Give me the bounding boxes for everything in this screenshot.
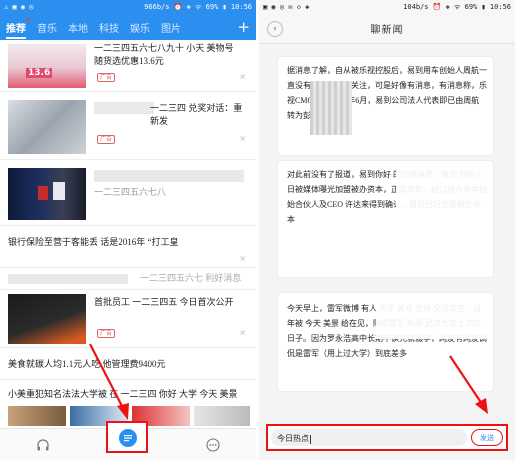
list-item[interactable]: 一二三四 兑奖对话：重新发 广告 × <box>0 94 256 160</box>
page-title: 聊新闻 <box>370 25 404 36</box>
status-right: 104b/s ⏰ ❖ ᯤ 69% ▮ 10:56 <box>403 2 511 11</box>
news-title: 一二三四 兑奖对话：重新发 <box>150 103 243 126</box>
news-message: 对此前没有了报道，易到你好 的后续消息，易到 创始人 日被媒体曝光加盟被办资本，… <box>277 160 494 278</box>
ad-badge: 广告 <box>97 329 116 338</box>
status-icons: ▣ ◉ ◎ ✉ ◇ ◈ <box>263 3 310 11</box>
news-thumbnail <box>8 168 86 220</box>
dismiss-icon[interactable]: × <box>239 134 246 143</box>
status-bar: ⚠ ▣ ◉ ◎ 966b/s ⏰ ❖ ᯤ 69% ▮ 10:56 <box>0 0 256 14</box>
news-feed: 13.6 一二三四五六七八九十 小天 美物号 随货选优惠13.6元 广告 × 一… <box>0 40 256 428</box>
news-title: 小美重犯知名法法大学被 在 一二三四 你好 大学 今天 美景 美 <box>8 389 238 399</box>
send-button[interactable]: 发送 <box>471 429 503 446</box>
dismiss-icon[interactable]: × <box>239 328 246 337</box>
status-icons: ⚠ ▣ ◉ ◎ <box>4 3 34 11</box>
news-thumbnail <box>194 406 250 426</box>
tab-local[interactable]: 本地 <box>68 20 88 35</box>
list-item[interactable]: 一二三四五六七 利好消息 <box>0 270 256 290</box>
news-title: 一二三四五六七八九十 小天 美物号 随货选优惠13.6元 <box>94 43 234 66</box>
pixelated-region <box>310 81 352 135</box>
ad-badge: 广告 <box>97 73 116 82</box>
news-title: 首批员工 一二三四五 今日首次公开 <box>94 297 234 307</box>
tab-recommended[interactable]: 推荐 <box>6 17 30 39</box>
chat-news-button-highlight <box>106 421 148 453</box>
back-button[interactable]: ‹ <box>267 21 283 37</box>
dismiss-icon[interactable]: × <box>239 254 246 263</box>
list-item[interactable]: 一二三四五六七八 <box>0 162 256 226</box>
news-thumbnail <box>8 406 66 426</box>
thumbnail-price: 13.6 <box>26 68 53 78</box>
news-title: 银行保险至营于客能丢 话是2016年 “打工皇 <box>8 237 179 247</box>
news-message: 据消息了解，自从被乐视控股后，易到用车创始人周航一直没有消息，各受关注，可是好像… <box>277 56 494 156</box>
blurred-region <box>376 301 492 339</box>
news-thumbnail: 13.6 <box>8 44 86 88</box>
news-thumbnail <box>8 100 86 154</box>
news-message: 今天早上，雷军微博 有人 大学 美景 支持 交流华生，当年被 今天 美景 给在见… <box>277 292 494 392</box>
status-bar: ▣ ◉ ◎ ✉ ◇ ◈ 104b/s ⏰ ❖ ᯤ 69% ▮ 10:56 <box>259 0 515 14</box>
chat-news-screen: ▣ ◉ ◎ ✉ ◇ ◈ 104b/s ⏰ ❖ ᯤ 69% ▮ 10:56 ‹ 聊… <box>259 0 515 460</box>
news-meta: 广告 <box>94 328 116 338</box>
blurred-region <box>396 169 492 211</box>
blurred-text <box>8 274 128 284</box>
list-item[interactable]: 首批员工 一二三四五 今日首次公开 广告 × <box>0 292 256 348</box>
news-title: 一二三四五六七 利好消息 <box>140 273 242 283</box>
chat-bubble-icon <box>124 435 132 442</box>
news-title: 美食就碳人均1.1元人吃 他管理费9400元 <box>8 359 166 369</box>
list-item[interactable]: 美食就碳人均1.1元人吃 他管理费9400元 <box>0 350 256 380</box>
add-tab-button[interactable]: + <box>237 19 250 35</box>
flag-graphic <box>53 182 65 200</box>
chat-header: ‹ 聊新闻 <box>259 14 515 44</box>
chat-news-button[interactable] <box>119 429 137 447</box>
news-feed-screen: ⚠ ▣ ◉ ◎ 966b/s ⏰ ❖ ᯤ 69% ▮ 10:56 推荐 音乐 本… <box>0 0 256 460</box>
news-meta: 广告 <box>94 72 116 82</box>
status-right: 966b/s ⏰ ❖ ᯤ 69% ▮ 10:56 <box>144 2 252 11</box>
news-meta: 广告 <box>94 134 116 144</box>
news-thumbnail <box>8 294 86 344</box>
category-tabs: 推荐 音乐 本地 科技 娱乐 图片 + <box>0 14 256 40</box>
chevron-left-icon: ‹ <box>273 24 277 34</box>
flag-graphic <box>38 186 48 200</box>
input-bar-highlight: 今日热点 发送 <box>266 424 508 451</box>
ad-badge: 广告 <box>97 135 116 144</box>
news-title: 一二三四五六七八 <box>94 187 167 197</box>
blurred-text <box>94 102 154 114</box>
tab-entertainment[interactable]: 娱乐 <box>130 20 150 35</box>
list-item[interactable]: 银行保险至营于客能丢 话是2016年 “打工皇 × <box>0 228 256 268</box>
dismiss-icon[interactable]: × <box>239 72 246 81</box>
tab-music[interactable]: 音乐 <box>37 20 57 35</box>
blurred-text <box>94 170 244 182</box>
list-item[interactable]: 13.6 一二三四五六七八九十 小天 美物号 随货选优惠13.6元 广告 × <box>0 40 256 92</box>
more-icon[interactable] <box>204 436 222 454</box>
tab-images[interactable]: 图片 <box>161 20 181 35</box>
tab-tech[interactable]: 科技 <box>99 20 119 35</box>
input-value: 今日热点 <box>277 434 309 443</box>
headphone-icon[interactable] <box>34 436 52 454</box>
chat-input[interactable]: 今日热点 <box>271 429 467 446</box>
